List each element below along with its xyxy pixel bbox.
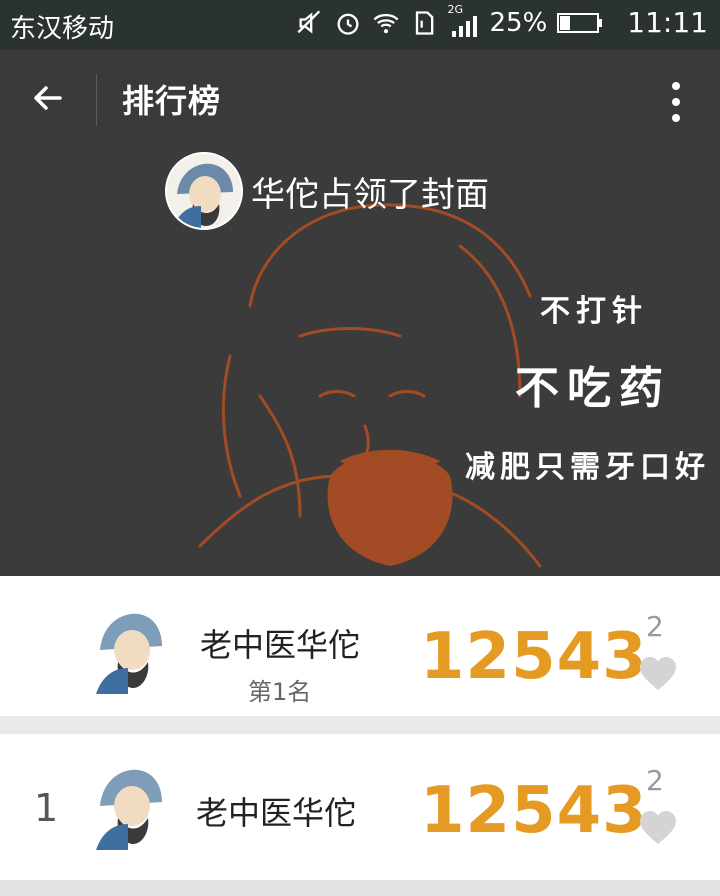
status-icons: 2G 25% 11:11 bbox=[296, 3, 708, 39]
user-avatar bbox=[96, 613, 162, 694]
ranking-card-self[interactable]: 老中医华佗 第1名 12543 2 bbox=[0, 576, 720, 716]
alarm-icon bbox=[337, 13, 358, 35]
back-arrow-icon[interactable] bbox=[28, 78, 68, 118]
rank-number: 1 bbox=[34, 786, 59, 830]
slogan-line-1: 不打针 bbox=[540, 294, 648, 329]
ranking-card-1[interactable]: 1 老中医华佗 12543 2 bbox=[0, 734, 720, 880]
score-value: 12543 bbox=[420, 620, 648, 694]
bottom-divider bbox=[0, 880, 720, 896]
heart-icon[interactable] bbox=[638, 810, 678, 846]
battery-icon bbox=[557, 12, 603, 33]
like-count: 2 bbox=[646, 764, 664, 797]
huatuo-avatar bbox=[165, 152, 243, 230]
huatuo-portrait-illustration bbox=[198, 203, 542, 568]
sim-card-icon bbox=[415, 10, 433, 35]
status-bar: 东汉移动 2G 25% 11:11 bbox=[0, 0, 720, 50]
wifi-icon bbox=[373, 13, 398, 33]
cover-headline-text: 华佗占领了封面 bbox=[251, 174, 489, 215]
like-count: 2 bbox=[646, 610, 664, 643]
user-name: 老中医华佗 bbox=[200, 626, 361, 664]
battery-percent: 25% bbox=[489, 7, 548, 38]
page-title: 排行榜 bbox=[122, 82, 222, 120]
more-vertical-icon[interactable] bbox=[668, 80, 684, 124]
user-rank-label: 第1名 bbox=[248, 678, 312, 706]
app-bar: 排行榜 bbox=[0, 50, 720, 146]
cover-banner: 华佗占领了封面 不打针 不吃药 减肥只需牙口好 bbox=[0, 146, 720, 576]
slogan-line-3: 减肥只需牙口好 bbox=[465, 450, 710, 485]
appbar-divider bbox=[96, 74, 97, 126]
score-value: 12543 bbox=[420, 774, 648, 848]
user-name: 老中医华佗 bbox=[196, 794, 357, 832]
slogan-line-2: 不吃药 bbox=[515, 363, 671, 414]
signal-icon: 2G bbox=[448, 3, 480, 37]
heart-icon[interactable] bbox=[638, 656, 678, 692]
carrier-label: 东汉移动 bbox=[10, 14, 115, 44]
mute-icon bbox=[297, 10, 320, 34]
cover-headline: 华佗占领了封面 bbox=[165, 152, 489, 230]
user-avatar bbox=[96, 769, 162, 850]
clock: 11:11 bbox=[627, 6, 708, 39]
